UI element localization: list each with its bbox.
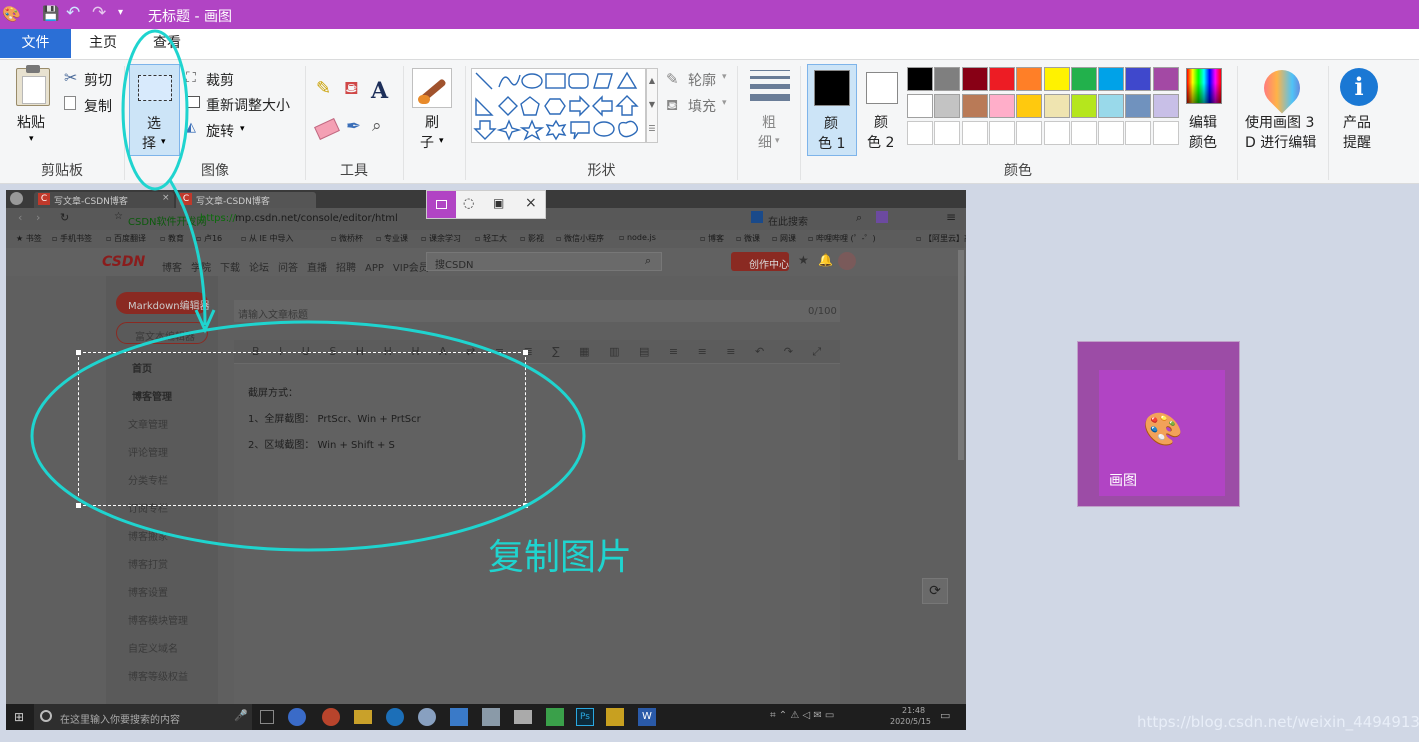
annotation-text: 复制图片 [488, 537, 633, 578]
annotation-ellipse-select [121, 29, 189, 191]
paint-app-tile[interactable]: 🎨 画图 [1077, 341, 1240, 507]
tile-label: 画图 [1109, 473, 1137, 489]
annotation-ellipse-snip [30, 320, 586, 552]
paint-palette-icon: 🎨 [1143, 410, 1183, 448]
annotation-arrow [168, 179, 207, 326]
tile-inner: 🎨 画图 [1099, 370, 1225, 496]
watermark: https://blog.csdn.net/weixin_44949135 [1137, 713, 1419, 731]
